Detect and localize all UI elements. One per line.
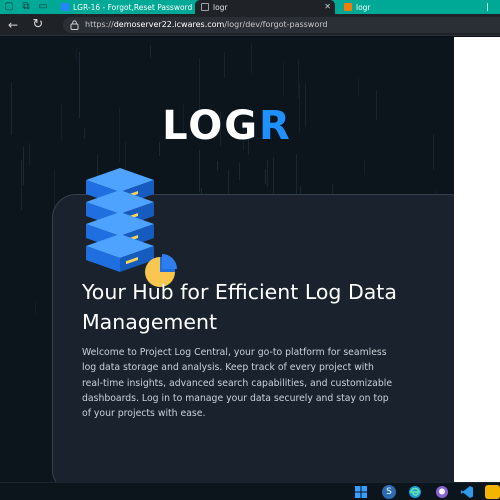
url-prefix: https://	[85, 20, 114, 29]
lock-icon[interactable]	[70, 20, 79, 30]
matrix-streak	[358, 77, 359, 96]
matrix-streak	[265, 169, 266, 184]
matrix-streak	[267, 160, 268, 187]
logr-logo: LOGR	[0, 103, 454, 149]
hero-description: Welcome to Project Log Central, your go-…	[82, 347, 393, 420]
windows-taskbar: S	[0, 482, 500, 500]
matrix-streak	[199, 150, 200, 192]
server-stack-icon	[86, 168, 154, 272]
logr-favicon-icon	[344, 3, 352, 11]
logo-accent-letter: R	[259, 103, 292, 149]
page-favicon-icon	[201, 3, 209, 11]
tab-label: logr	[356, 2, 371, 12]
matrix-streak	[23, 147, 24, 185]
tab-logr[interactable]: logr	[338, 0, 478, 14]
tab-label: LGR-16 - Forgot,Reset Password - Jira	[73, 2, 195, 12]
windows-icon[interactable]	[354, 485, 368, 499]
tab-label: logr	[213, 2, 228, 12]
login-hero-panel: LOGR Your Hub for Efficient Log Data Man…	[0, 37, 454, 482]
matrix-streak	[283, 62, 284, 96]
tab-divider	[487, 3, 488, 11]
tab-logr-active[interactable]: logr ✕	[195, 0, 335, 14]
tab-actions-icon[interactable]: ⧉	[20, 1, 32, 13]
jira-favicon-icon	[61, 3, 69, 11]
matrix-streak	[364, 160, 365, 175]
back-arrow-icon[interactable]: ←	[6, 18, 20, 32]
tab-jira[interactable]: LGR-16 - Forgot,Reset Password - Jira	[55, 0, 195, 14]
matrix-streak	[21, 160, 22, 210]
matrix-streak	[217, 161, 218, 171]
login-form-panel	[454, 37, 500, 482]
browser-toolbar: ← ↻ https://demoserver22.icwares.com/log…	[0, 14, 500, 36]
matrix-streak	[35, 301, 36, 315]
url-path: /logr/dev/forgot-password	[224, 20, 328, 29]
matrix-streak	[224, 52, 225, 78]
workspaces-icon[interactable]: ▢	[3, 1, 15, 13]
matrix-streak	[150, 45, 151, 58]
app-icon[interactable]	[485, 485, 500, 499]
close-tab-icon[interactable]: ✕	[324, 0, 331, 14]
browser-tab-bar: ▢ ⧉ ▭ LGR-16 - Forgot,Reset Password - J…	[0, 0, 500, 14]
url-text[interactable]: https://demoserver22.icwares.com/logr/de…	[85, 17, 327, 33]
server-database-illustration	[86, 168, 177, 287]
vscode-icon[interactable]	[460, 485, 474, 499]
matrix-streak	[76, 48, 77, 62]
hero-headline: Your Hub for Efficient Log Data Manageme…	[82, 280, 397, 334]
matrix-streak	[251, 44, 252, 73]
logo-main-text: LOG	[162, 103, 260, 149]
matrix-streak	[239, 163, 240, 180]
skype-icon[interactable]: S	[382, 485, 396, 499]
url-host: demoserver22.icwares.com	[113, 20, 225, 29]
address-bar[interactable]: https://demoserver22.icwares.com/logr/de…	[63, 17, 500, 33]
refresh-icon[interactable]: ↻	[31, 18, 45, 32]
github-icon[interactable]	[435, 485, 449, 499]
vertical-tabs-icon[interactable]: ▭	[37, 1, 49, 13]
edge-icon[interactable]	[408, 485, 422, 499]
